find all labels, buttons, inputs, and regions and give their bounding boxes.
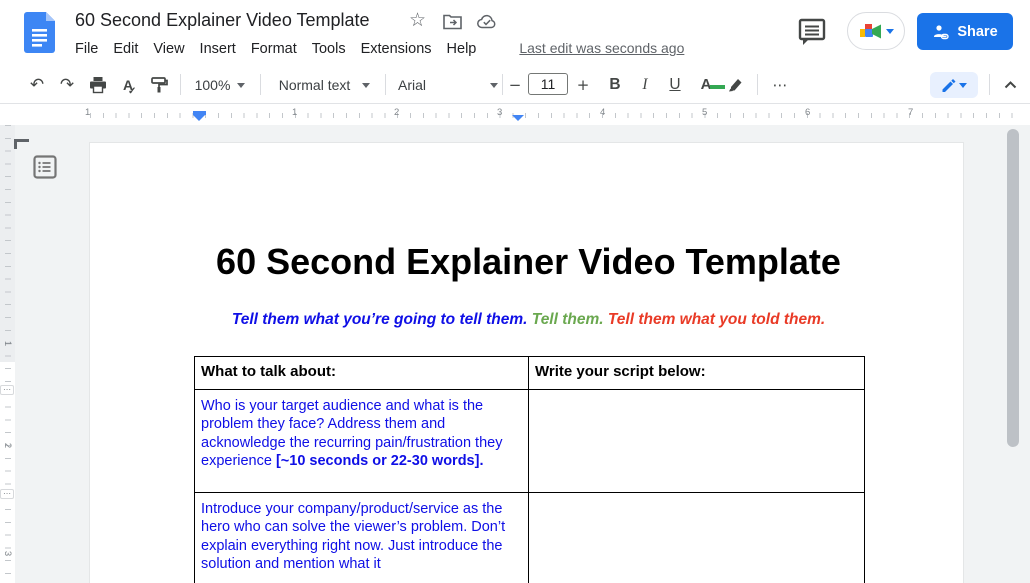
chevron-down-icon bbox=[362, 83, 370, 92]
paint-format-icon[interactable] bbox=[145, 66, 173, 103]
table-row-resize-handle[interactable]: ⋯ bbox=[0, 385, 14, 395]
table-header-row: What to talk about: Write your script be… bbox=[195, 357, 865, 390]
toolbar-separator bbox=[180, 74, 181, 95]
horizontal-ruler: 1 1 2 3 4 5 6 7 bbox=[0, 104, 1030, 125]
table-header-cell[interactable]: What to talk about: bbox=[195, 357, 529, 390]
last-edit-status[interactable]: Last edit was seconds ago bbox=[519, 40, 684, 56]
menu-item-edit[interactable]: Edit bbox=[113, 41, 138, 57]
cloud-saved-icon[interactable] bbox=[477, 14, 497, 29]
google-docs-window: 60 Second Explainer Video Template ☆ Fil… bbox=[0, 0, 1030, 583]
menu-item-file[interactable]: File bbox=[75, 41, 98, 57]
page-content: 60 Second Explainer Video Template Tell … bbox=[90, 143, 963, 583]
menu-item-tools[interactable]: Tools bbox=[312, 41, 346, 57]
font-size-decrease-button[interactable]: − bbox=[504, 66, 526, 103]
table-cell-prompt[interactable]: Introduce your company/product/service a… bbox=[195, 493, 529, 583]
toolbar-separator bbox=[502, 74, 503, 95]
menu-bar: File Edit View Insert Format Tools Exten… bbox=[75, 40, 684, 57]
subtitle-green-text: Tell them. bbox=[532, 311, 604, 328]
italic-button[interactable]: I bbox=[632, 66, 658, 103]
ruler-number: 1 bbox=[2, 336, 13, 351]
menu-item-view[interactable]: View bbox=[153, 41, 184, 57]
ruler-number: 7 bbox=[908, 107, 913, 118]
script-table: What to talk about: Write your script be… bbox=[194, 356, 865, 583]
paragraph-style-select[interactable]: Normal text bbox=[272, 66, 377, 103]
highlight-color-icon[interactable] bbox=[722, 66, 750, 103]
ruler-number: 1 bbox=[292, 107, 297, 118]
right-indent-marker[interactable] bbox=[512, 115, 524, 121]
pencil-icon bbox=[941, 78, 956, 93]
share-person-lock-icon bbox=[932, 24, 949, 40]
document-outline-icon[interactable] bbox=[33, 155, 57, 179]
table-cell-script[interactable] bbox=[529, 390, 865, 493]
redo-icon[interactable]: ↷ bbox=[54, 66, 80, 103]
document-canvas: 1 2 3 ⋯ ⋯ 60 Second Explainer Video Temp… bbox=[0, 125, 1030, 583]
chevron-down-icon bbox=[959, 83, 967, 92]
underline-button[interactable]: U bbox=[662, 66, 688, 103]
move-to-folder-icon[interactable] bbox=[443, 14, 462, 30]
text-color-button[interactable]: A bbox=[692, 66, 720, 103]
ruler-number: 5 bbox=[702, 107, 707, 118]
more-toolbar-options-button[interactable]: ⋯ bbox=[765, 66, 795, 103]
ruler-number: 3 bbox=[497, 107, 502, 118]
spellcheck-icon[interactable]: A✓ bbox=[114, 66, 142, 103]
subtitle-red-text: Tell them what you told them. bbox=[608, 311, 825, 328]
ruler-number: 6 bbox=[805, 107, 810, 118]
prompt-bold-text: [~10 seconds or 22-30 words]. bbox=[276, 453, 484, 469]
table-row: Who is your target audience and what is … bbox=[195, 390, 865, 493]
meet-camera-icon bbox=[859, 23, 882, 40]
share-button-label: Share bbox=[957, 24, 997, 40]
ruler-number: 4 bbox=[600, 107, 605, 118]
menu-item-format[interactable]: Format bbox=[251, 41, 297, 57]
ruler-number: 2 bbox=[394, 107, 399, 118]
toolbar-separator bbox=[757, 74, 758, 95]
app-bar: 60 Second Explainer Video Template ☆ Fil… bbox=[0, 0, 1030, 66]
vertical-ruler: 1 2 3 ⋯ ⋯ bbox=[0, 125, 15, 583]
print-icon[interactable] bbox=[84, 66, 112, 103]
ruler-ticks bbox=[90, 113, 1022, 118]
prompt-text: Introduce your company/product/service a… bbox=[201, 501, 505, 572]
vertical-scrollbar-thumb[interactable] bbox=[1007, 129, 1019, 447]
subtitle-blue-text: Tell them what you’re going to tell them… bbox=[232, 311, 528, 328]
undo-icon[interactable]: ↶ bbox=[24, 66, 50, 103]
chevron-down-icon bbox=[490, 83, 498, 92]
toolbar-separator bbox=[989, 74, 990, 95]
font-size-input[interactable]: 11 bbox=[528, 73, 568, 95]
font-select[interactable]: Arial bbox=[396, 66, 500, 103]
toolbar-separator bbox=[385, 74, 386, 95]
document-title[interactable]: 60 Second Explainer Video Template bbox=[75, 10, 370, 31]
zoom-select[interactable]: 100% bbox=[190, 66, 250, 103]
left-indent-marker[interactable] bbox=[193, 111, 206, 121]
toolbar-separator bbox=[260, 74, 261, 95]
document-page[interactable]: 60 Second Explainer Video Template Tell … bbox=[90, 143, 963, 583]
chevron-down-icon bbox=[886, 29, 894, 38]
bold-button[interactable]: B bbox=[602, 66, 628, 103]
comments-icon[interactable] bbox=[797, 17, 827, 47]
table-row: Introduce your company/product/service a… bbox=[195, 493, 865, 583]
table-row-resize-handle[interactable]: ⋯ bbox=[0, 489, 14, 499]
ruler-number: 3 bbox=[2, 546, 13, 561]
table-cell-prompt[interactable]: Who is your target audience and what is … bbox=[195, 390, 529, 493]
editing-mode-button[interactable] bbox=[930, 72, 978, 98]
meet-call-button[interactable] bbox=[847, 12, 905, 50]
menu-item-help[interactable]: Help bbox=[447, 41, 477, 57]
top-margin-marker[interactable] bbox=[14, 139, 29, 149]
ruler-number: 1 bbox=[85, 107, 90, 118]
docs-logo-icon[interactable] bbox=[24, 12, 55, 53]
share-button[interactable]: Share bbox=[917, 13, 1013, 50]
table-cell-script[interactable] bbox=[529, 493, 865, 583]
chevron-down-icon bbox=[237, 83, 245, 92]
menu-item-extensions[interactable]: Extensions bbox=[361, 41, 432, 57]
table-header-cell[interactable]: Write your script below: bbox=[529, 357, 865, 390]
font-size-increase-button[interactable]: + bbox=[572, 66, 594, 103]
menu-item-insert[interactable]: Insert bbox=[200, 41, 236, 57]
collapse-toolbar-icon[interactable] bbox=[996, 66, 1024, 103]
ruler-number: 2 bbox=[2, 438, 13, 453]
doc-subtitle: Tell them what you’re going to tell them… bbox=[194, 310, 863, 330]
format-toolbar: ↶ ↷ A✓ 100% Normal text bbox=[0, 66, 1030, 104]
star-icon[interactable]: ☆ bbox=[409, 9, 426, 31]
doc-heading: 60 Second Explainer Video Template bbox=[194, 240, 863, 284]
